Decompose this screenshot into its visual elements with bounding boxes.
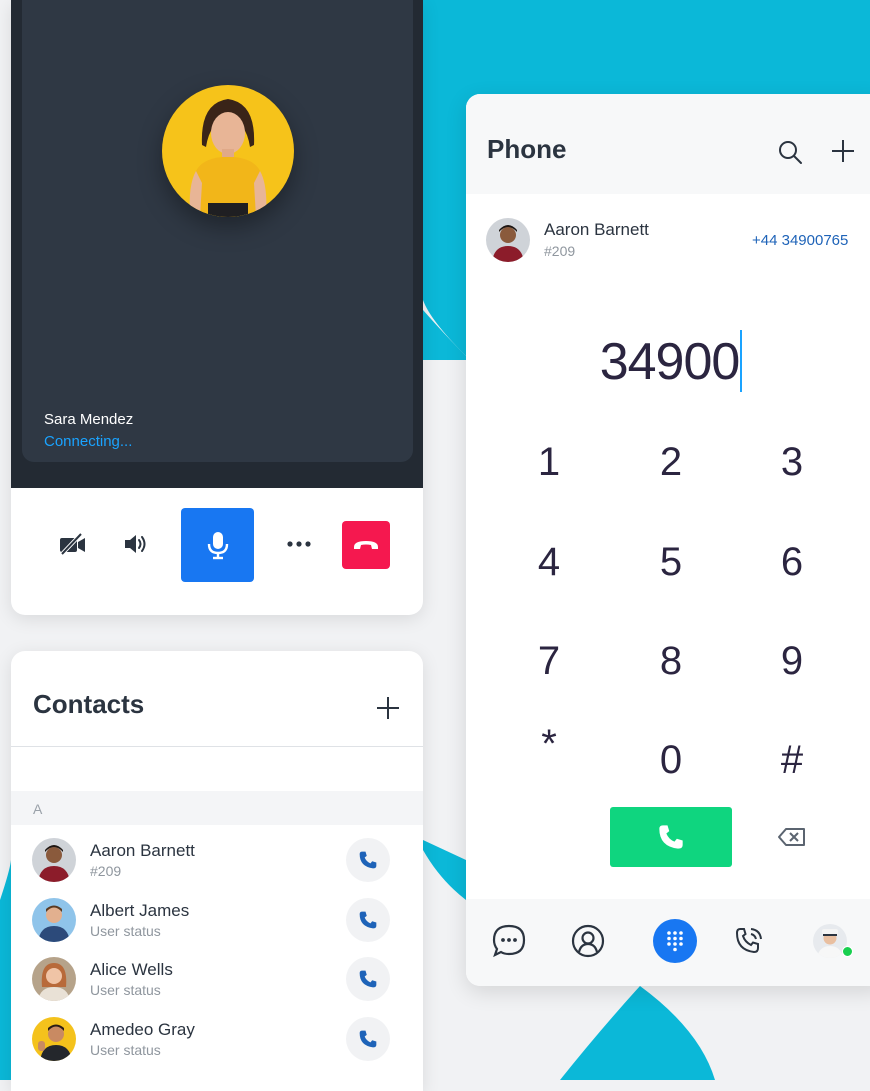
phone-title: Phone bbox=[487, 134, 567, 164]
key-7[interactable]: 7 bbox=[504, 621, 594, 701]
contact-name: Amedeo Gray bbox=[90, 1020, 195, 1039]
contact-row[interactable]: Albert James User status bbox=[11, 890, 423, 950]
avatar bbox=[32, 1017, 76, 1061]
call-controls bbox=[11, 488, 423, 615]
key-8[interactable]: 8 bbox=[626, 621, 716, 701]
speaker-button[interactable] bbox=[116, 524, 156, 564]
phone-header: Phone bbox=[466, 94, 870, 194]
phone-icon bbox=[359, 970, 377, 988]
contacts-card: Contacts A Aaron Barnett #209 Albert Jam… bbox=[11, 651, 423, 1091]
match-number[interactable]: +44 34900765 bbox=[752, 232, 848, 249]
avatar bbox=[32, 957, 76, 1001]
dial-display[interactable]: 34900 bbox=[466, 330, 870, 396]
key-6[interactable]: 6 bbox=[747, 522, 837, 602]
video-off-button[interactable] bbox=[53, 524, 93, 564]
contact-status: User status bbox=[90, 1042, 161, 1058]
microphone-button[interactable] bbox=[181, 508, 254, 582]
call-history-icon bbox=[735, 928, 762, 954]
key-2[interactable]: 2 bbox=[626, 422, 716, 502]
search-icon[interactable] bbox=[777, 139, 803, 165]
contacts-divider bbox=[11, 746, 423, 747]
avatar bbox=[32, 838, 76, 882]
contact-row[interactable]: Alice Wells User status bbox=[11, 949, 423, 1009]
call-contact-button[interactable] bbox=[346, 898, 390, 942]
text-caret bbox=[740, 330, 743, 393]
contacts-title: Contacts bbox=[33, 689, 145, 719]
add-icon[interactable] bbox=[830, 138, 856, 164]
call-video-area: Sara Mendez Connecting... bbox=[11, 0, 423, 488]
video-off-icon bbox=[60, 532, 85, 556]
section-letter: A bbox=[33, 801, 43, 817]
dialpad-icon bbox=[667, 931, 683, 952]
caller-avatar bbox=[162, 85, 294, 217]
contact-name: Albert James bbox=[90, 901, 190, 920]
call-button[interactable] bbox=[610, 807, 732, 867]
phone-icon bbox=[359, 1030, 377, 1048]
section-header: A bbox=[11, 791, 423, 825]
speaker-icon bbox=[125, 535, 146, 553]
microphone-icon bbox=[207, 532, 228, 560]
contact-name: Alice Wells bbox=[90, 960, 173, 979]
call-contact-button[interactable] bbox=[346, 1017, 390, 1061]
dialed-number: 34900 bbox=[599, 333, 741, 391]
match-extension: #209 bbox=[544, 243, 576, 259]
key-0[interactable]: 0 bbox=[626, 720, 716, 800]
contact-status: User status bbox=[90, 982, 161, 998]
more-options-button[interactable] bbox=[279, 524, 319, 564]
key-hash[interactable]: # bbox=[747, 720, 837, 800]
phone-icon bbox=[359, 911, 377, 929]
key-star[interactable]: * bbox=[504, 712, 594, 792]
key-4[interactable]: 4 bbox=[504, 522, 594, 602]
contact-row[interactable]: Amedeo Gray User status bbox=[11, 1009, 423, 1069]
hangup-icon bbox=[354, 541, 378, 549]
match-name[interactable]: Aaron Barnett bbox=[544, 220, 649, 240]
call-card: Sara Mendez Connecting... bbox=[11, 0, 423, 615]
key-5[interactable]: 5 bbox=[626, 522, 716, 602]
call-status: Connecting... bbox=[44, 433, 133, 450]
phone-card: Phone Aaron Barnett #209 +44 34900765 34… bbox=[466, 94, 870, 986]
add-contact-icon[interactable] bbox=[375, 695, 401, 721]
online-status-dot bbox=[842, 946, 853, 957]
nav-chat[interactable] bbox=[487, 919, 531, 963]
chat-icon bbox=[492, 924, 526, 958]
call-contact-button[interactable] bbox=[346, 957, 390, 1001]
call-contact-button[interactable] bbox=[346, 838, 390, 882]
key-9[interactable]: 9 bbox=[747, 621, 837, 701]
backspace-icon[interactable] bbox=[776, 821, 808, 853]
phone-icon bbox=[659, 825, 683, 849]
avatar bbox=[32, 898, 76, 942]
match-avatar bbox=[486, 218, 530, 262]
contact-extension: #209 bbox=[90, 863, 122, 879]
call-video-panel: Sara Mendez Connecting... bbox=[22, 0, 413, 462]
nav-dialpad[interactable] bbox=[653, 919, 697, 963]
nav-contacts[interactable] bbox=[566, 919, 610, 963]
contacts-icon bbox=[571, 924, 605, 958]
hangup-button[interactable] bbox=[342, 521, 390, 569]
more-icon bbox=[287, 541, 311, 547]
nav-call-history[interactable] bbox=[727, 919, 771, 963]
key-1[interactable]: 1 bbox=[504, 422, 594, 502]
phone-icon bbox=[359, 851, 377, 869]
key-3[interactable]: 3 bbox=[747, 422, 837, 502]
contact-row[interactable]: Aaron Barnett #209 bbox=[11, 830, 423, 890]
caller-name: Sara Mendez bbox=[44, 411, 134, 428]
contact-status: User status bbox=[90, 923, 161, 939]
bottom-nav bbox=[466, 899, 870, 986]
contact-name: Aaron Barnett bbox=[90, 841, 195, 860]
